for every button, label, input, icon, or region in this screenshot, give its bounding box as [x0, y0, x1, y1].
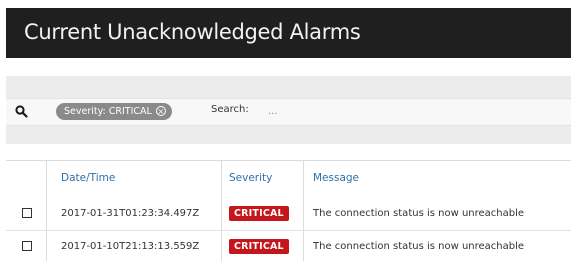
column-separator — [303, 198, 304, 230]
table-row[interactable]: 2017-01-10T21:13:13.559Z CRITICAL The co… — [6, 231, 571, 261]
column-separator — [46, 231, 47, 261]
column-separator — [303, 231, 304, 261]
column-header-severity[interactable]: Severity — [229, 172, 272, 184]
search-input[interactable] — [268, 102, 568, 120]
table-row[interactable]: 2017-01-31T01:23:34.497Z CRITICAL The co… — [6, 198, 571, 231]
magnifier-icon[interactable] — [15, 105, 28, 118]
column-separator — [221, 231, 222, 261]
severity-badge: CRITICAL — [229, 206, 289, 221]
row-checkbox[interactable] — [22, 241, 32, 251]
filter-bar: Severity: CRITICAL × Search: — [6, 76, 571, 144]
column-separator — [46, 198, 47, 230]
chip-label: Severity: CRITICAL — [64, 106, 152, 117]
row-message: The connection status is now unreachable — [313, 241, 525, 252]
header-spacer — [6, 58, 571, 76]
row-datetime: 2017-01-10T21:13:13.559Z — [61, 241, 200, 252]
column-separator — [221, 161, 222, 198]
app-frame: Current Unacknowledged Alarms Severity: … — [0, 0, 571, 261]
panel-header: Current Unacknowledged Alarms — [6, 8, 571, 58]
table-header: Date/Time Severity Message — [6, 160, 571, 199]
row-message: The connection status is now unreachable — [313, 208, 525, 219]
severity-filter-chip[interactable]: Severity: CRITICAL × — [56, 103, 172, 120]
row-datetime: 2017-01-31T01:23:34.497Z — [61, 208, 200, 219]
severity-badge: CRITICAL — [229, 239, 289, 254]
column-header-datetime[interactable]: Date/Time — [61, 172, 115, 184]
clear-filter-icon[interactable]: × — [155, 106, 166, 116]
filter-row: Severity: CRITICAL × Search: — [6, 98, 571, 126]
page-title: Current Unacknowledged Alarms — [24, 20, 361, 44]
row-checkbox[interactable] — [22, 208, 32, 218]
alarms-panel: Current Unacknowledged Alarms Severity: … — [6, 8, 571, 261]
search-label: Search: — [211, 104, 249, 115]
column-separator — [221, 198, 222, 230]
column-separator — [303, 161, 304, 198]
column-header-message[interactable]: Message — [313, 172, 359, 184]
column-separator — [46, 161, 47, 198]
